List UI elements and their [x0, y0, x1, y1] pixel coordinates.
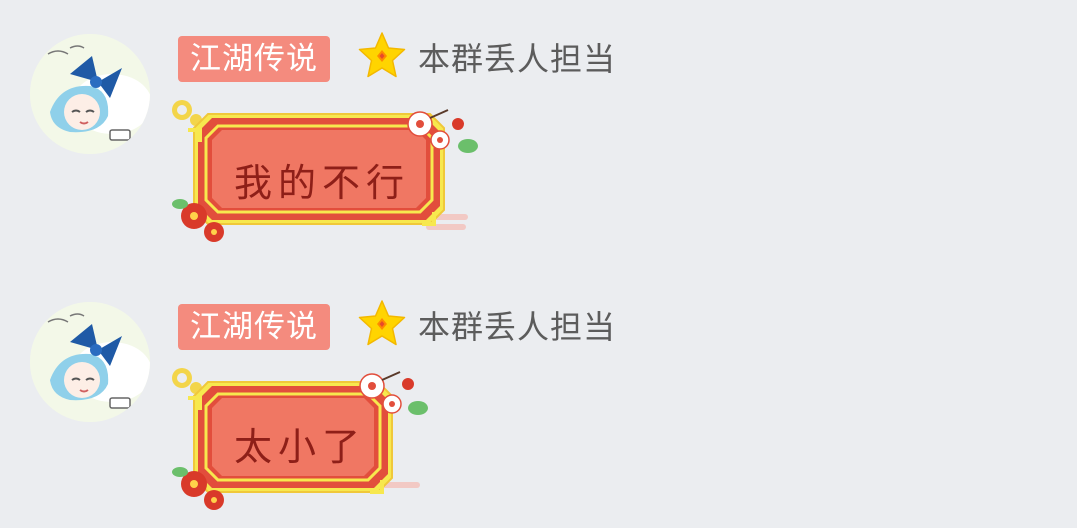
star-icon — [356, 298, 408, 350]
chat-message: 江湖传说 本群丢人担当 — [0, 0, 1077, 260]
avatar[interactable] — [30, 34, 150, 154]
member-title-badge: 江湖传说 — [178, 304, 330, 350]
sticker-message[interactable]: 太小了 — [168, 364, 438, 518]
sticker-text: 我的不行 — [234, 161, 411, 205]
sticker-message[interactable]: 我的不行 — [168, 96, 488, 250]
sender-nickname[interactable]: 本群丢人担当 — [418, 304, 616, 350]
sticker-text: 太小了 — [234, 425, 367, 469]
member-title-badge: 江湖传说 — [178, 36, 330, 82]
sender-nickname[interactable]: 本群丢人担当 — [418, 36, 616, 82]
avatar[interactable] — [30, 302, 150, 422]
chat-message: 江湖传说 本群丢人担当 — [0, 268, 1077, 528]
star-icon — [356, 30, 408, 82]
